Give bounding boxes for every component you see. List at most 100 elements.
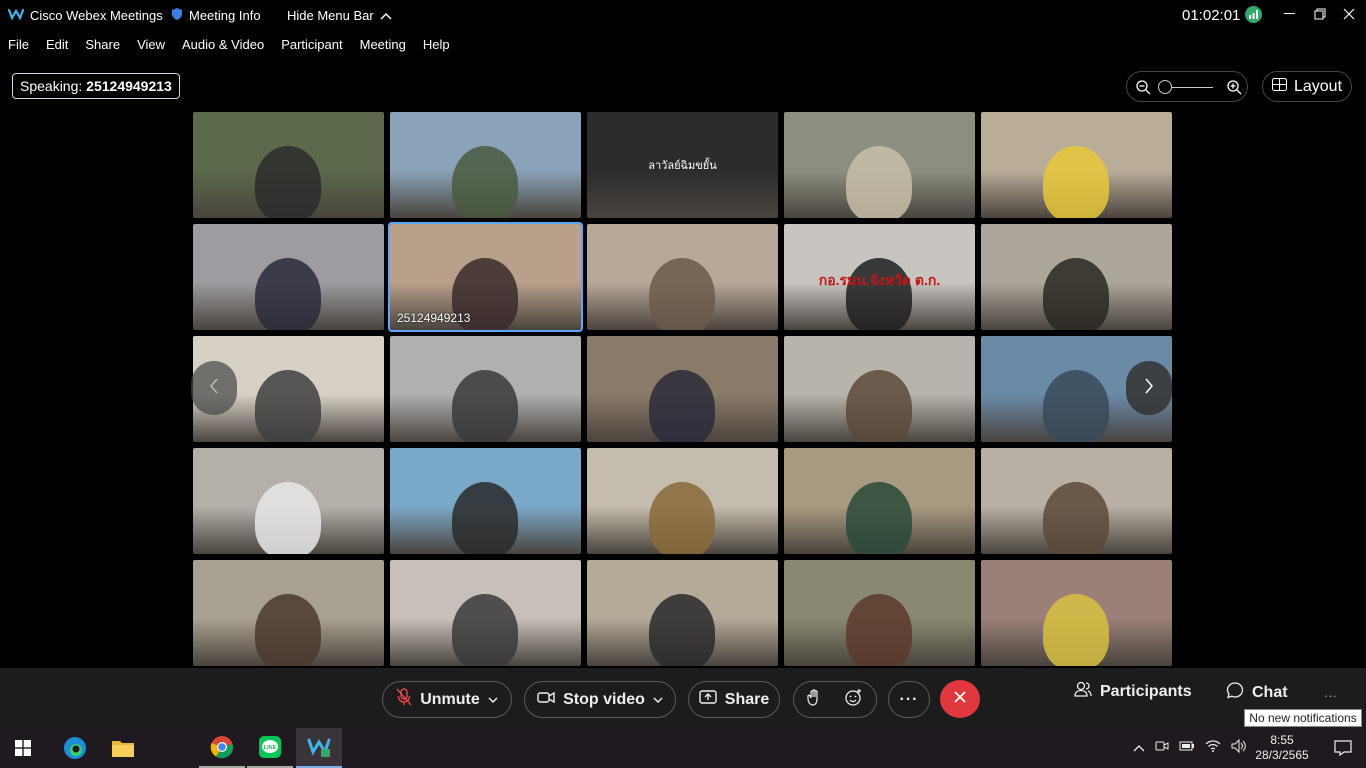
emoji-reaction-icon[interactable] bbox=[845, 688, 863, 711]
notification-tooltip: No new notifications bbox=[1244, 709, 1362, 727]
chat-bubble-icon bbox=[1226, 681, 1244, 704]
menu-item-audio-video[interactable]: Audio & Video bbox=[182, 37, 264, 52]
participant-video-tile[interactable] bbox=[784, 336, 975, 442]
tile-text: ลาวัลย์ฉิมขยั้น bbox=[648, 160, 717, 172]
participants-icon bbox=[1074, 681, 1092, 702]
clock[interactable]: 8:55 28/3/2565 bbox=[1246, 728, 1318, 768]
participant-video-tile[interactable] bbox=[193, 560, 384, 666]
battery-icon[interactable] bbox=[1179, 739, 1195, 757]
meeting-info-button[interactable]: Meeting Info bbox=[171, 7, 261, 24]
minimize-icon[interactable] bbox=[1284, 13, 1295, 14]
clock-date: 28/3/2565 bbox=[1255, 748, 1309, 762]
participant-video-tile[interactable] bbox=[193, 112, 384, 218]
participant-video-tile[interactable] bbox=[981, 224, 1172, 330]
layout-label: Layout bbox=[1293, 77, 1343, 95]
menu-item-edit[interactable]: Edit bbox=[46, 37, 68, 52]
participant-video-tile[interactable] bbox=[193, 448, 384, 554]
menu-item-meeting[interactable]: Meeting bbox=[360, 37, 406, 52]
chat-button[interactable]: Chat bbox=[1226, 681, 1288, 704]
participant-video-tile[interactable] bbox=[587, 224, 778, 330]
participant-video-tile[interactable] bbox=[390, 560, 581, 666]
participant-video-tile[interactable] bbox=[784, 112, 975, 218]
participant-video-tile[interactable] bbox=[587, 448, 778, 554]
file-explorer-icon[interactable] bbox=[100, 728, 146, 768]
zoom-in-icon[interactable] bbox=[1226, 79, 1242, 100]
webex-taskbar-icon[interactable] bbox=[296, 728, 342, 768]
participant-video-tile[interactable]: กอ.รมน.จังหวัด ต.ก. bbox=[784, 224, 975, 330]
participant-video-tile[interactable] bbox=[587, 336, 778, 442]
participants-button[interactable]: Participants bbox=[1074, 681, 1192, 702]
microphone-muted-icon bbox=[396, 688, 412, 711]
participant-silhouette bbox=[846, 370, 912, 442]
participant-video-tile[interactable] bbox=[390, 448, 581, 554]
chevron-up-icon[interactable] bbox=[1133, 739, 1145, 757]
line-app-icon[interactable]: LINE bbox=[247, 728, 293, 768]
participant-silhouette bbox=[255, 258, 321, 330]
participant-video-tile[interactable] bbox=[390, 336, 581, 442]
reactions-group bbox=[793, 681, 877, 718]
menu-item-view[interactable]: View bbox=[137, 37, 165, 52]
app-title-text: Cisco Webex Meetings bbox=[30, 7, 163, 23]
windows-start-icon[interactable] bbox=[0, 728, 46, 768]
participant-silhouette bbox=[255, 146, 321, 218]
participant-video-tile[interactable] bbox=[784, 560, 975, 666]
meeting-timer: 01:02:01 bbox=[1182, 6, 1241, 24]
participant-silhouette bbox=[846, 146, 912, 218]
zoom-control bbox=[1126, 71, 1248, 102]
share-label: Share bbox=[724, 690, 770, 708]
participant-video-tile[interactable]: 25124949213 bbox=[388, 222, 583, 332]
participant-silhouette bbox=[1043, 594, 1109, 666]
menu-item-participant[interactable]: Participant bbox=[281, 37, 342, 52]
wifi-icon[interactable] bbox=[1205, 739, 1221, 758]
participant-name-label: 25124949213 bbox=[397, 311, 471, 325]
participant-video-tile[interactable] bbox=[587, 560, 778, 666]
clock-time: 8:55 bbox=[1270, 733, 1294, 747]
zoom-out-icon[interactable] bbox=[1135, 79, 1151, 100]
participant-silhouette bbox=[649, 594, 715, 666]
chevron-left-icon bbox=[209, 378, 219, 399]
chevron-down-icon[interactable] bbox=[653, 691, 663, 709]
layout-button[interactable]: Layout bbox=[1262, 71, 1352, 102]
stop-video-button[interactable]: Stop video bbox=[524, 681, 676, 718]
share-button[interactable]: Share bbox=[688, 681, 780, 718]
participant-silhouette bbox=[1043, 370, 1109, 442]
menu-bar: File Edit Share View Audio & Video Participan… bbox=[0, 32, 1366, 56]
chevron-down-icon[interactable] bbox=[488, 691, 498, 709]
participant-video-tile[interactable] bbox=[981, 448, 1172, 554]
participant-video-tile[interactable] bbox=[193, 224, 384, 330]
menu-item-file[interactable]: File bbox=[8, 37, 29, 52]
unmute-button[interactable]: Unmute bbox=[382, 681, 512, 718]
edge-browser-icon[interactable] bbox=[52, 728, 98, 768]
hide-menu-bar-button[interactable]: Hide Menu Bar bbox=[287, 8, 392, 23]
more-options-button[interactable]: ··· bbox=[888, 681, 930, 718]
zoom-slider-handle[interactable] bbox=[1158, 80, 1172, 94]
notification-center-icon[interactable] bbox=[1320, 728, 1366, 768]
raise-hand-icon[interactable] bbox=[807, 688, 821, 711]
menu-item-share[interactable]: Share bbox=[85, 37, 120, 52]
webex-logo-icon bbox=[7, 8, 25, 23]
share-screen-icon bbox=[699, 690, 717, 709]
chrome-browser-icon[interactable] bbox=[199, 728, 245, 768]
chevron-right-icon bbox=[1144, 378, 1154, 399]
title-bar: Cisco Webex Meetings Meeting Info Hide M… bbox=[0, 0, 1366, 30]
volume-icon[interactable] bbox=[1231, 738, 1247, 758]
previous-page-button[interactable] bbox=[191, 361, 237, 415]
participant-video-tile[interactable]: ลาวัลย์ฉิมขยั้น bbox=[587, 112, 778, 218]
next-page-button[interactable] bbox=[1126, 361, 1172, 415]
participant-silhouette bbox=[255, 594, 321, 666]
app-title: Cisco Webex Meetings bbox=[7, 7, 163, 23]
restore-icon[interactable] bbox=[1314, 8, 1326, 23]
meet-now-icon[interactable] bbox=[1155, 739, 1169, 758]
chat-label: Chat bbox=[1252, 683, 1288, 701]
participant-silhouette bbox=[649, 370, 715, 442]
close-icon[interactable] bbox=[1343, 8, 1355, 23]
participant-video-tile[interactable] bbox=[981, 560, 1172, 666]
participant-video-tile[interactable] bbox=[784, 448, 975, 554]
more-panels-icon[interactable]: ··· bbox=[1324, 688, 1337, 703]
participant-video-tile[interactable] bbox=[390, 112, 581, 218]
leave-meeting-button[interactable] bbox=[940, 680, 980, 718]
participant-silhouette bbox=[452, 146, 518, 218]
menu-item-help[interactable]: Help bbox=[423, 37, 450, 52]
network-health-icon[interactable] bbox=[1245, 6, 1262, 23]
participant-video-tile[interactable] bbox=[981, 112, 1172, 218]
